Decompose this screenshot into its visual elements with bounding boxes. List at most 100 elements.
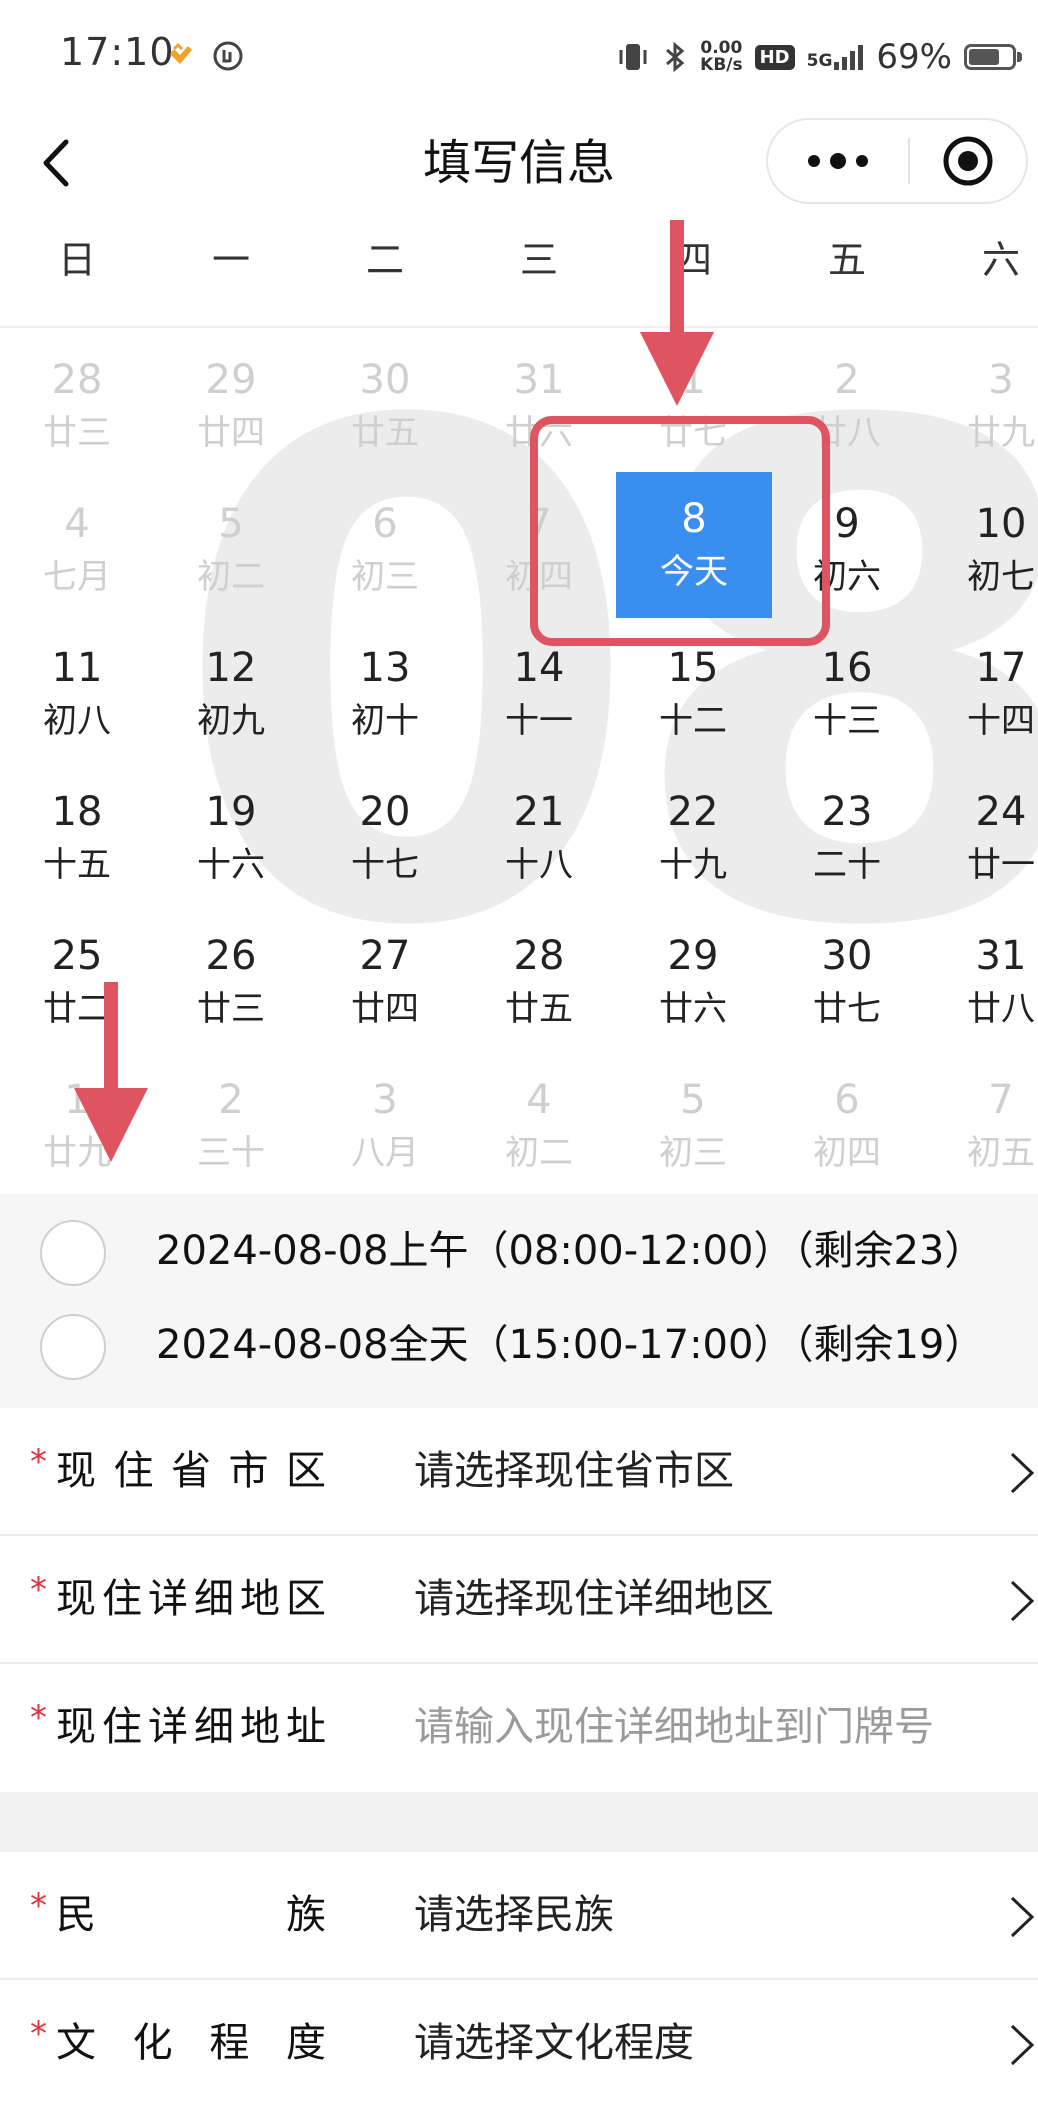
calendar-day[interactable]: 26 廿三	[154, 921, 308, 1051]
calendar-day[interactable]: 3 八月	[308, 1065, 462, 1195]
day-lunar: 廿四	[351, 989, 419, 1029]
calendar-day[interactable]: 27 廿四	[308, 921, 462, 1051]
more-button[interactable]	[768, 120, 898, 202]
required-mark: *	[30, 2014, 47, 2054]
battery-fill	[969, 49, 1000, 65]
day-number: 30	[821, 933, 873, 979]
calendar-day[interactable]: 4 七月	[0, 489, 154, 619]
day-number: 2	[218, 1077, 244, 1123]
calendar-day[interactable]: 19 十六	[154, 777, 308, 907]
day-lunar: 初二	[505, 1133, 573, 1173]
section-gap	[0, 1792, 1038, 1852]
chevron-right-icon	[1010, 1580, 1035, 1622]
form-row-province[interactable]: * 现住省市区 请选择现住省市区	[0, 1408, 1038, 1536]
day-number: 12	[205, 645, 257, 691]
calendar-day[interactable]: 10 初七	[924, 489, 1038, 619]
calendar-day[interactable]: 5 初三	[616, 1065, 770, 1195]
time-slot-row[interactable]: 2024-08-08全天（15:00-17:00）（剩余19）	[0, 1300, 1038, 1390]
form-label: 现住详细地区	[56, 1576, 326, 1622]
calendar-day[interactable]: 30 廿七	[770, 921, 924, 1051]
address-input[interactable]: 请输入现住详细地址到门牌号	[414, 1664, 934, 1790]
vibrate-icon	[619, 44, 647, 70]
time-slot-label: 2024-08-08全天（15:00-17:00）（剩余19）	[156, 1322, 985, 1368]
day-lunar: 八月	[351, 1133, 419, 1173]
calendar-day[interactable]: 5 初二	[154, 489, 308, 619]
hd-badge: HD	[754, 44, 795, 70]
form-row-education[interactable]: * 文化程度 请选择文化程度	[0, 1980, 1038, 2108]
calendar-day[interactable]: 17 十四	[924, 633, 1038, 763]
form-value: 请选择文化程度	[414, 2020, 694, 2066]
calendar-day[interactable]: 4 初二	[462, 1065, 616, 1195]
battery-percent: 69%	[876, 37, 952, 77]
calendar-day[interactable]: 29 廿四	[154, 345, 308, 475]
day-number: 27	[359, 933, 411, 979]
day-number: 23	[821, 789, 873, 835]
calendar-day[interactable]: 12 初九	[154, 633, 308, 763]
day-number: 25	[51, 933, 103, 979]
form-value: 请选择民族	[414, 1892, 614, 1938]
form-label: 民族	[56, 1892, 326, 1938]
calendar-day[interactable]: 18 十五	[0, 777, 154, 907]
app-badge-icon	[213, 41, 243, 71]
day-lunar: 廿三	[197, 989, 265, 1029]
calendar-day[interactable]: 14 十一	[462, 633, 616, 763]
day-lunar: 初九	[197, 701, 265, 741]
calendar-day[interactable]: 28 廿五	[462, 921, 616, 1051]
net-speed-unit: KB/s	[700, 55, 743, 75]
annotation-arrow-down-icon	[74, 982, 148, 1162]
time-slot-radio[interactable]	[40, 1314, 106, 1380]
day-lunar: 初四	[813, 1133, 881, 1173]
calendar-day[interactable]: 29 廿六	[616, 921, 770, 1051]
bluetooth-icon	[666, 41, 685, 73]
day-number: 22	[667, 789, 719, 835]
form-row-ethnicity[interactable]: * 民族 请选择民族	[0, 1852, 1038, 1980]
calendar-day[interactable]: 7 初五	[924, 1065, 1038, 1195]
calendar-day[interactable]: 6 初四	[770, 1065, 924, 1195]
calendar-day[interactable]: 13 初十	[308, 633, 462, 763]
day-number: 6	[372, 501, 398, 547]
day-lunar: 二十	[813, 845, 881, 885]
signal-group: 5G	[807, 44, 865, 70]
calendar-day[interactable]: 24 廿一	[924, 777, 1038, 907]
day-number: 24	[975, 789, 1027, 835]
calendar-day[interactable]: 2 三十	[154, 1065, 308, 1195]
day-number: 31	[513, 357, 565, 403]
required-mark: *	[30, 1570, 47, 1610]
heart-badge-icon	[170, 42, 192, 64]
calendar-day[interactable]: 20 十七	[308, 777, 462, 907]
form-row-address[interactable]: * 现住详细地址 请输入现住详细地址到门牌号	[0, 1664, 1038, 1792]
calendar-day[interactable]: 6 初三	[308, 489, 462, 619]
calendar-day[interactable]: 11 初八	[0, 633, 154, 763]
calendar-day[interactable]: 16 十三	[770, 633, 924, 763]
day-lunar: 三十	[197, 1133, 265, 1173]
day-lunar: 廿一	[967, 845, 1035, 885]
day-lunar: 廿八	[967, 989, 1035, 1029]
signal-icon	[834, 45, 864, 70]
calendar-day[interactable]: 3 廿九	[924, 345, 1038, 475]
day-number: 26	[205, 933, 257, 979]
day-lunar: 十三	[813, 701, 881, 741]
day-lunar: 廿四	[197, 413, 265, 453]
day-lunar: 廿五	[505, 989, 573, 1029]
day-number: 18	[51, 789, 103, 835]
form-label: 文化程度	[56, 2020, 326, 2066]
day-lunar: 廿五	[351, 413, 419, 453]
day-number: 10	[975, 501, 1027, 547]
calendar-day[interactable]: 21 十八	[462, 777, 616, 907]
day-lunar: 廿七	[813, 989, 881, 1029]
form-row-district[interactable]: * 现住详细地区 请选择现住详细地区	[0, 1536, 1038, 1664]
close-button[interactable]	[918, 120, 1026, 202]
day-number: 3	[988, 357, 1014, 403]
calendar-day[interactable]: 30 廿五	[308, 345, 462, 475]
calendar-day[interactable]: 22 十九	[616, 777, 770, 907]
calendar-day[interactable]: 28 廿三	[0, 345, 154, 475]
day-lunar: 初五	[967, 1133, 1035, 1173]
calendar-day[interactable]: 23 二十	[770, 777, 924, 907]
calendar-day[interactable]: 31 廿八	[924, 921, 1038, 1051]
day-lunar: 初三	[659, 1133, 727, 1173]
day-lunar: 初七	[967, 557, 1035, 597]
time-slot-radio[interactable]	[40, 1220, 106, 1286]
day-number: 4	[526, 1077, 552, 1123]
calendar-day[interactable]: 15 十二	[616, 633, 770, 763]
time-slot-row[interactable]: 2024-08-08上午（08:00-12:00）（剩余23）	[0, 1206, 1038, 1296]
